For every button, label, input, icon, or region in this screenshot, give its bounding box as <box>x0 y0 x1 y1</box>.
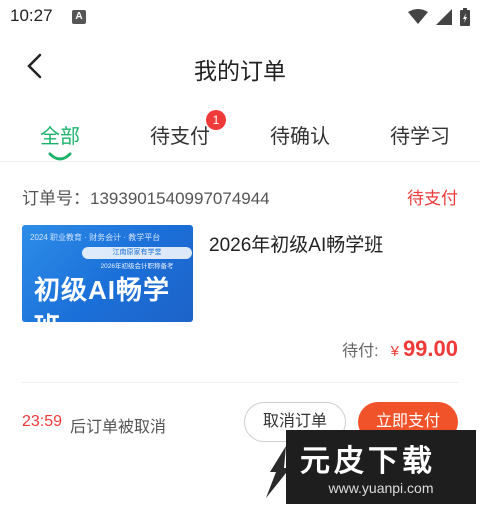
watermark: 元皮下载 www.yuanpi.com <box>286 430 476 504</box>
tab-label: 待学习 <box>390 126 450 148</box>
watermark-logo: 元皮下载 <box>300 436 436 480</box>
tab-all[interactable]: 全部 <box>0 104 120 161</box>
order-status: 待支付 <box>407 189 458 208</box>
battery-icon <box>460 8 470 26</box>
course-name[interactable]: 2026年初级AI畅学班 <box>209 230 383 257</box>
countdown-timer: 23:59 <box>22 413 63 430</box>
pending-count-badge: 1 <box>206 110 226 130</box>
order-tabs: 全部 待支付 1 待确认 待学习 <box>0 104 480 162</box>
status-time: 10:27 <box>10 6 53 25</box>
tab-label: 待支付 <box>150 126 210 148</box>
price-currency: ¥ <box>390 343 399 360</box>
status-icons <box>408 7 470 27</box>
order-header: 订单号：1393901540997074944 待支付 <box>22 182 458 208</box>
app-header: 我的订单 <box>0 38 480 94</box>
price-label: 待付: <box>342 343 379 360</box>
wifi-icon <box>408 9 428 24</box>
order-number: 订单号：1393901540997074944 <box>22 189 270 208</box>
status-bar: 10:27 A <box>0 0 480 34</box>
tab-label: 待确认 <box>270 126 330 148</box>
price-value: 99.00 <box>402 336 458 361</box>
thumb-subtext: 2026年初级会计职称备考 <box>100 263 174 270</box>
watermark-logo-text: 元皮下载 <box>300 445 436 478</box>
tab-pending-study[interactable]: 待学习 <box>360 104 480 161</box>
thumb-top-text: 2024 职业教育 · 财务会计 · 教学平台 <box>30 233 161 242</box>
tab-pending-payment[interactable]: 待支付 1 <box>120 104 240 161</box>
signal-icon <box>436 9 452 25</box>
active-tab-indicator <box>48 152 72 161</box>
tab-label: 全部 <box>40 126 80 148</box>
tab-pending-confirm[interactable]: 待确认 <box>240 104 360 161</box>
thumb-title: 初级AI畅学班 <box>34 275 171 322</box>
notification-icon: A <box>72 10 86 24</box>
divider <box>22 382 458 383</box>
cancel-note: 后订单被取消 <box>70 419 167 436</box>
price-row: 待付: ¥ 99.00 <box>342 336 458 366</box>
thumb-ribbon: 江南原家有学堂 <box>82 247 192 259</box>
course-thumbnail[interactable]: 2024 职业教育 · 财务会计 · 教学平台 江南原家有学堂 2026年初级会… <box>22 225 193 322</box>
watermark-url: www.yuanpi.com <box>328 480 434 496</box>
page-title: 我的订单 <box>194 58 286 84</box>
